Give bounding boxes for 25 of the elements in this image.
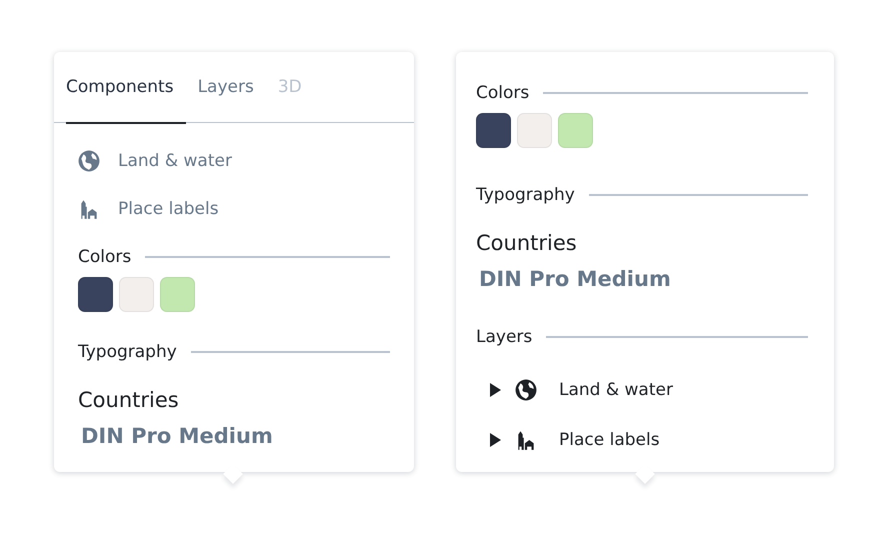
tab[interactable]: Layers <box>198 52 266 124</box>
layer-item[interactable]: Place labels <box>559 430 660 450</box>
color-swatch[interactable] <box>558 113 593 148</box>
section-heading: Colors <box>476 83 530 103</box>
section-heading: Layers <box>476 327 532 347</box>
globe-icon <box>515 379 537 401</box>
section-heading: Typography <box>78 342 177 362</box>
color-swatch[interactable] <box>160 277 195 312</box>
section-heading: Colors <box>78 247 132 267</box>
color-swatch[interactable] <box>517 113 552 148</box>
caret-icon[interactable] <box>490 383 501 397</box>
font-name: DIN Pro Medium <box>81 424 274 448</box>
section-heading: Typography <box>476 185 575 205</box>
text-style-name: Countries <box>476 231 578 255</box>
component-item[interactable]: Land & water <box>118 151 232 171</box>
text-style-name: Countries <box>78 388 180 412</box>
tab[interactable]: Components <box>66 52 186 124</box>
layer-item[interactable]: Land & water <box>559 380 673 400</box>
globe-icon <box>78 150 100 172</box>
caret-icon[interactable] <box>490 433 501 447</box>
component-item[interactable]: Place labels <box>118 199 219 219</box>
color-swatch[interactable] <box>78 277 113 312</box>
color-swatch[interactable] <box>119 277 154 312</box>
font-name: DIN Pro Medium <box>479 267 672 291</box>
color-swatch[interactable] <box>476 113 511 148</box>
